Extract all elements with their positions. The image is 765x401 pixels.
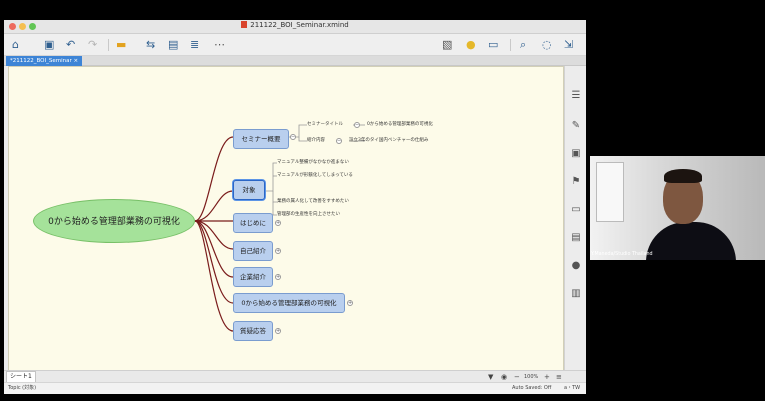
filter-icon[interactable]: ▼ xyxy=(488,372,493,382)
insert-image-icon[interactable]: ▧ xyxy=(442,38,452,52)
idea-icon[interactable]: ● xyxy=(466,38,476,52)
subtopic-target-item[interactable]: マニュアルが形骸化してしまっている xyxy=(277,173,353,179)
xmind-window: 211122_BOI_Seminar.xmind ⌂ ▣ ↶ ↷ ▬ ⇆ ▤ ≣… xyxy=(4,20,586,394)
document-tab-bar: *211122_BOI_Seminar × xyxy=(4,56,586,66)
language-status: a・TW xyxy=(564,385,581,391)
toolbar: ⌂ ▣ ↶ ↷ ▬ ⇆ ▤ ≣ ⋯ ▧ ● ▭ ⌕ ◌ ⇲ xyxy=(4,34,586,56)
outline-icon[interactable]: ☰ xyxy=(570,90,582,102)
subtopic-seminar-title-key[interactable]: セミナータイトル xyxy=(307,122,343,128)
topic-self-introduction[interactable]: 自己紹介 xyxy=(233,241,273,261)
task-icon[interactable]: ▥ xyxy=(570,288,582,300)
title-bar: 211122_BOI_Seminar.xmind xyxy=(4,20,586,34)
screen: 211122_BOI_Seminar.xmind ⌂ ▣ ↶ ↷ ▬ ⇆ ▤ ≣… xyxy=(0,0,765,401)
relationship-icon[interactable]: ⇆ xyxy=(146,38,155,52)
central-topic[interactable]: 0から始める管理部業務の可視化 xyxy=(33,199,195,243)
xmind-file-icon xyxy=(241,21,248,28)
topic-company-introduction[interactable]: 企業紹介 xyxy=(233,267,273,287)
view-icon[interactable]: ◉ xyxy=(501,372,507,382)
zoom-out-button[interactable]: − xyxy=(514,372,520,382)
topic-visualization[interactable]: 0から始める管理部業務の可視化 xyxy=(233,293,345,313)
home-icon[interactable]: ⌂ xyxy=(12,38,19,52)
share-icon[interactable]: ◌ xyxy=(542,38,552,52)
video-tile: Y.Maneda/Studio Thailand xyxy=(590,156,765,260)
status-topic: Topic (対象) xyxy=(8,385,37,391)
topic-seminar-overview[interactable]: セミナー概要 xyxy=(233,129,289,149)
autosave-status[interactable]: Auto Saved: Off xyxy=(512,383,551,394)
subtopic-content-value[interactable]: 設立3年のタイ国内ベンチャーの仕組み xyxy=(349,138,428,144)
mindmap-canvas[interactable]: 0から始める管理部業務の可視化 セミナー概要 − 対象 はじめに + 自己紹介 … xyxy=(8,66,564,386)
save-icon[interactable]: ▣ xyxy=(44,38,54,52)
video-person-hair xyxy=(664,169,702,183)
boundary-icon[interactable]: ▤ xyxy=(168,38,178,52)
zoom-in-button[interactable]: + xyxy=(544,372,550,382)
summary-icon[interactable]: ≣ xyxy=(190,38,199,52)
subtopic-target-item[interactable]: 管理部の生産性を向上させたい xyxy=(277,212,340,218)
layout-icon[interactable]: ▭ xyxy=(488,38,498,52)
right-panel-bar: ☰ ✎ ▣ ⚑ ▭ ▤ ● ▥ xyxy=(564,66,586,386)
undo-icon[interactable]: ↶ xyxy=(66,38,75,52)
subtopic-target-item[interactable]: マニュアル整備がなかなか進まない xyxy=(277,160,349,166)
video-doorframe xyxy=(596,162,624,222)
video-participant-name: Y.Maneda/Studio Thailand xyxy=(591,252,653,257)
sheet-bar: シート1 ▼ ◉ − 100% + ≡ xyxy=(4,370,586,383)
image-icon[interactable]: ▣ xyxy=(570,148,582,160)
collapse-toggle[interactable]: − xyxy=(290,134,296,140)
notes-icon[interactable]: ▤ xyxy=(570,232,582,244)
toolbar-divider xyxy=(510,39,511,51)
subtopic-target-item[interactable]: 業務の属人化して改善をすすめたい xyxy=(277,199,349,205)
add-subtopic-toggle[interactable]: + xyxy=(275,274,281,280)
document-tab-label: *211122_BOI_Seminar xyxy=(10,58,72,64)
fit-map-icon[interactable]: ≡ xyxy=(556,372,562,382)
topic-introduction[interactable]: はじめに xyxy=(233,213,273,233)
marker-flag-icon[interactable]: ⚑ xyxy=(570,176,582,188)
more-icon[interactable]: ⋯ xyxy=(214,38,225,52)
subtopic-content-key[interactable]: 紹介内容 xyxy=(307,138,325,144)
add-subtopic-toggle[interactable]: + xyxy=(275,220,281,226)
document-tab[interactable]: *211122_BOI_Seminar × xyxy=(6,56,83,66)
add-subtopic-toggle[interactable]: + xyxy=(347,300,353,306)
zoom-level: 100% xyxy=(524,374,539,380)
add-subtopic-toggle[interactable]: + xyxy=(275,328,281,334)
subtopic-seminar-title-value[interactable]: 0から始める管理部業務の可視化 xyxy=(367,122,433,128)
comment-icon[interactable]: ● xyxy=(570,260,582,272)
sticker-icon[interactable]: ▭ xyxy=(570,204,582,216)
topic-qa[interactable]: 質疑応答 xyxy=(233,321,273,341)
redo-icon[interactable]: ↷ xyxy=(88,38,97,52)
zoom-icon[interactable]: ⌕ xyxy=(520,38,526,52)
collapse-toggle[interactable]: − xyxy=(336,138,342,144)
toolbar-divider xyxy=(108,39,109,51)
collapse-toggle[interactable]: − xyxy=(354,122,360,128)
format-brush-icon[interactable]: ✎ xyxy=(570,120,582,132)
topic-target[interactable]: 対象 xyxy=(233,180,265,200)
close-tab-icon[interactable]: × xyxy=(74,58,79,64)
status-bar: Topic (対象) Auto Saved: Off a・TW xyxy=(4,382,586,394)
window-title-text: 211122_BOI_Seminar.xmind xyxy=(250,21,349,29)
window-title: 211122_BOI_Seminar.xmind xyxy=(4,21,586,29)
export-icon[interactable]: ⇲ xyxy=(564,38,573,52)
add-subtopic-toggle[interactable]: + xyxy=(275,248,281,254)
topic-icon[interactable]: ▬ xyxy=(116,38,126,52)
